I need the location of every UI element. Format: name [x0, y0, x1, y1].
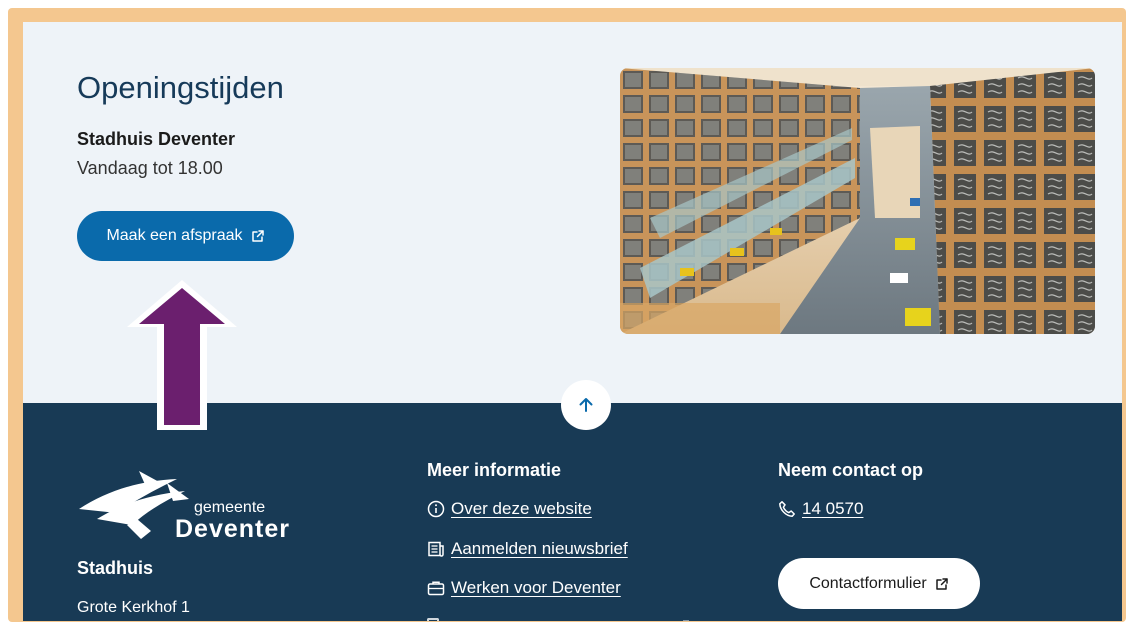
link-jobs-label: Werken voor Deventer	[451, 578, 621, 597]
newspaper-icon	[428, 541, 444, 557]
back-to-top-button[interactable]	[561, 380, 611, 430]
appointment-button-label: Maak een afspraak	[106, 227, 243, 244]
phone-icon	[779, 501, 795, 517]
site-footer: gemeente Deventer Stadhuis Grote Kerkhof…	[23, 403, 1122, 621]
briefcase-icon	[427, 581, 445, 596]
library-atrium-photo	[620, 68, 1095, 334]
contact-form-button[interactable]: Contactformulier	[778, 558, 980, 609]
address-street: Grote Kerkhof 1	[77, 599, 190, 616]
next-link-icon-partial	[427, 618, 439, 621]
annotation-arrow-up	[127, 280, 237, 430]
link-about-website-label: Over deze website	[451, 499, 592, 518]
external-link-icon	[935, 577, 949, 591]
page-title: Openingstijden	[77, 70, 284, 105]
link-newsletter-signup[interactable]: Aanmelden nieuwsbrief	[427, 539, 628, 559]
browser-viewport: Openingstijden Stadhuis Deventer Vandaag…	[23, 22, 1122, 621]
phone-number: 14 0570	[802, 499, 864, 518]
location-name: Stadhuis Deventer	[77, 129, 236, 149]
external-link-icon	[251, 229, 265, 243]
more-info-title: Meer informatie	[427, 460, 562, 480]
footer-partial-element	[683, 620, 689, 621]
link-about-website[interactable]: Over deze website	[427, 499, 592, 519]
appointment-button[interactable]: Maak een afspraak	[77, 211, 294, 261]
gemeente-deventer-logo[interactable]: gemeente Deventer	[77, 469, 292, 543]
phone-link[interactable]: 14 0570	[778, 499, 863, 519]
link-jobs[interactable]: Werken voor Deventer	[427, 578, 621, 598]
today-hours: Vandaag tot 18.00	[77, 158, 223, 178]
contact-title: Neem contact op	[778, 460, 924, 480]
contact-form-button-label: Contactformulier	[809, 574, 927, 592]
logo-text-deventer: Deventer	[175, 515, 290, 543]
address-title: Stadhuis	[77, 558, 154, 578]
arrow-up-icon	[579, 398, 593, 412]
info-circle-icon	[427, 500, 445, 518]
link-newsletter-signup-label: Aanmelden nieuwsbrief	[451, 539, 628, 558]
